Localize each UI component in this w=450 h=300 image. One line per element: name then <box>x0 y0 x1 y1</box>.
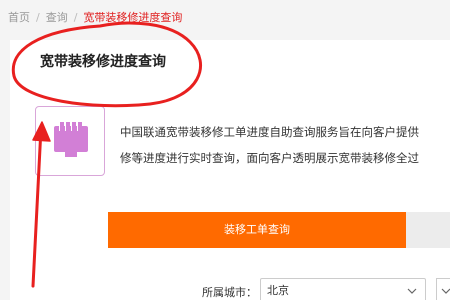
breadcrumb: 首页 / 查询 / 宽带装移修进度查询 <box>8 11 182 25</box>
service-description-line-2: 修等进度进行实时查询，面向客户透明展示宽带装移修全过 <box>120 151 419 165</box>
tab-install-order-query[interactable]: 装移工单查询 <box>108 212 406 248</box>
tab-bar: 装移工单查询 <box>108 212 450 248</box>
page: 首页 / 查询 / 宽带装移修进度查询 宽带装移修进度查询 中国联通宽带装移修工单进度自… <box>0 0 450 300</box>
breadcrumb-separator: / <box>73 11 78 24</box>
network-port-icon <box>54 122 88 157</box>
breadcrumb-current: 宽带装移修进度查询 <box>83 11 183 24</box>
chevron-down-icon <box>407 288 417 294</box>
service-icon-box <box>35 106 105 176</box>
page-title: 宽带装移修进度查询 <box>40 54 166 70</box>
breadcrumb-home[interactable]: 首页 <box>8 11 30 24</box>
city-form-row: 所属城市： 北京 <box>190 278 450 300</box>
breadcrumb-separator: / <box>36 11 40 24</box>
service-description-line-1: 中国联通宽带装移修工单进度自助查询服务旨在向客户提供 <box>120 125 419 139</box>
main-card: 宽带装移修进度查询 中国联通宽带装移修工单进度自助查询服务旨在向客户提供 修等进… <box>10 40 450 300</box>
service-description: 中国联通宽带装移修工单进度自助查询服务旨在向客户提供 修等进度进行实时查询，面向… <box>120 119 450 171</box>
city-select-value: 北京 <box>267 284 289 297</box>
city-select[interactable]: 北京 <box>260 278 426 300</box>
breadcrumb-query[interactable]: 查询 <box>46 11 68 24</box>
chevron-down-icon <box>441 288 450 294</box>
city-label: 所属城市： <box>202 286 257 299</box>
district-select[interactable] <box>436 278 450 300</box>
